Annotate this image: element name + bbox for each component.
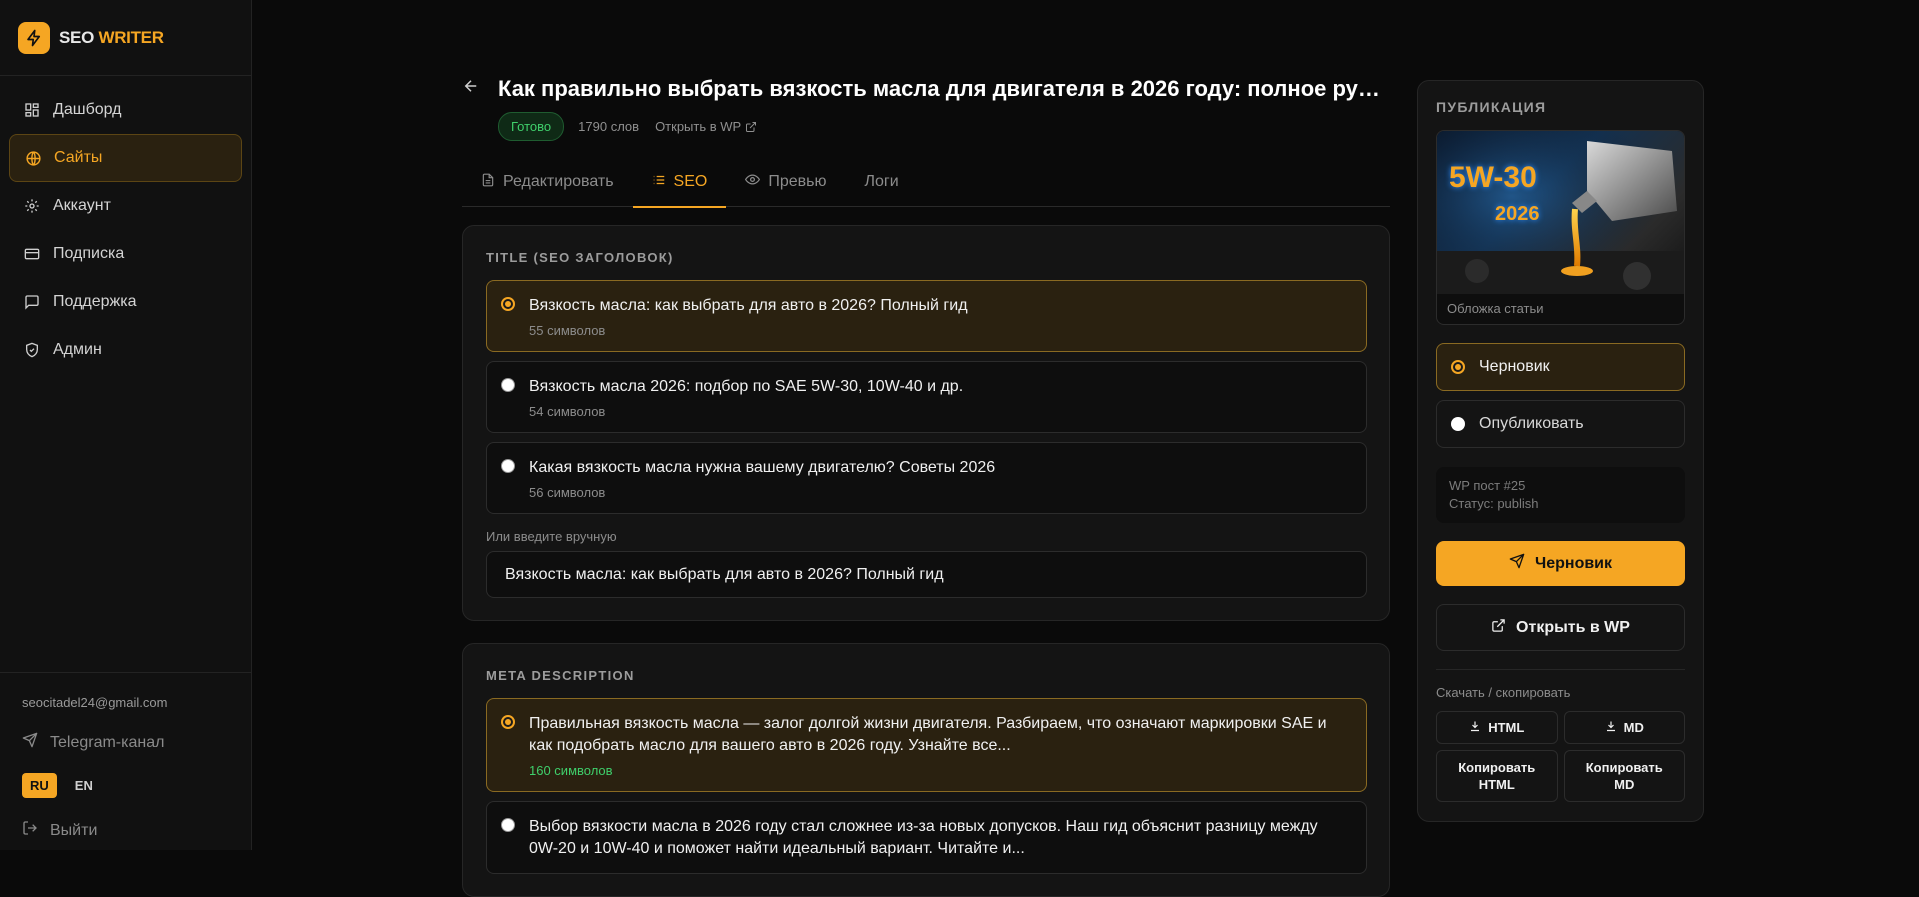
tab-bar: Редактировать SEO Превью Логи xyxy=(462,157,1390,208)
sidebar-item-account[interactable]: Аккаунт xyxy=(9,182,242,230)
sidebar-item-label: Дашборд xyxy=(53,101,122,118)
meta-option[interactable]: Выбор вязкости масла в 2026 году стал сл… xyxy=(486,801,1367,874)
download-grid: HTML MD Копировать HTML Копировать MD xyxy=(1436,711,1685,802)
lang-ru-button[interactable]: RU xyxy=(22,773,57,798)
wp-post-info: WP пост #25 Статус: publish xyxy=(1436,467,1685,523)
title-option[interactable]: Вязкость масла: как выбрать для авто в 2… xyxy=(486,280,1367,352)
manual-input-label: Или введите вручную xyxy=(486,529,617,544)
cover-text-viscosity: 5W-30 xyxy=(1449,161,1537,194)
open-in-wp-button[interactable]: Открыть в WP xyxy=(1436,604,1685,651)
gear-icon xyxy=(23,197,41,215)
sidebar-footer: seocitadel24@gmail.com Telegram-канал RU… xyxy=(0,672,251,850)
download-html-button[interactable]: HTML xyxy=(1436,711,1558,744)
radio-unselected[interactable] xyxy=(501,378,515,392)
tab-edit[interactable]: Редактировать xyxy=(462,157,633,207)
sidebar-item-dashboard[interactable]: Дашборд xyxy=(9,86,242,134)
sidebar-item-label: Подписка xyxy=(53,245,125,262)
save-draft-button[interactable]: Черновик xyxy=(1436,541,1685,586)
send-icon xyxy=(22,732,38,753)
radio-selected[interactable] xyxy=(501,297,515,311)
tab-logs[interactable]: Логи xyxy=(845,157,917,207)
main-content: Как правильно выбрать вязкость масла для… xyxy=(462,76,1390,897)
meta-description-card: META DESCRIPTION Правильная вязкость мас… xyxy=(462,643,1390,897)
download-label: Скачать / скопировать xyxy=(1436,685,1571,700)
file-icon xyxy=(481,173,495,192)
sidebar-nav: Дашборд Сайты Аккаунт Подписка Поддержка… xyxy=(0,76,251,384)
draft-radio-option[interactable]: Черновик xyxy=(1436,343,1685,391)
list-icon xyxy=(652,173,666,192)
sidebar-item-label: Сайты xyxy=(54,149,103,166)
logout-button[interactable]: Выйти xyxy=(22,820,229,841)
radio-unselected[interactable] xyxy=(1451,417,1465,431)
title-option[interactable]: Какая вязкость масла нужна вашему двигат… xyxy=(486,442,1367,514)
manual-title-input[interactable]: Вязкость масла: как выбрать для авто в 2… xyxy=(486,551,1367,598)
publish-panel: ПУБЛИКАЦИЯ 5W-30 2026 Обложка статьи Чер… xyxy=(1417,80,1704,822)
page-title: Как правильно выбрать вязкость масла для… xyxy=(498,76,1388,101)
cover-image: 5W-30 2026 xyxy=(1437,131,1684,294)
sidebar-item-label: Аккаунт xyxy=(53,197,111,214)
logout-icon xyxy=(22,820,38,841)
tab-seo[interactable]: SEO xyxy=(632,157,727,208)
title-option[interactable]: Вязкость масла 2026: подбор по SAE 5W-30… xyxy=(486,361,1367,433)
brand-name: SEO WRITER xyxy=(59,27,164,47)
shield-icon xyxy=(23,341,41,359)
open-in-wp-link[interactable]: Открыть в WP xyxy=(655,119,757,134)
section-heading: META DESCRIPTION xyxy=(486,668,635,683)
external-link-icon xyxy=(745,121,756,132)
download-icon xyxy=(1469,720,1481,735)
article-meta: Готово 1790 слов Открыть в WP xyxy=(498,112,1390,141)
meta-option[interactable]: Правильная вязкость масла — залог долгой… xyxy=(486,698,1367,792)
seo-title-card: TITLE (SEO ЗАГОЛОВОК) Вязкость масла: ка… xyxy=(462,225,1390,621)
copy-md-button[interactable]: Копировать MD xyxy=(1563,750,1685,802)
sidebar-item-subscription[interactable]: Подписка xyxy=(9,230,242,278)
sidebar-item-label: Поддержка xyxy=(53,293,137,310)
lang-en-button[interactable]: EN xyxy=(67,773,101,798)
panel-heading: ПУБЛИКАЦИЯ xyxy=(1436,99,1547,115)
word-count: 1790 слов xyxy=(578,119,640,134)
dashboard-icon xyxy=(23,101,41,119)
radio-selected[interactable] xyxy=(1451,360,1465,374)
sidebar: SEO WRITER Дашборд Сайты Аккаунт Подписк… xyxy=(0,0,252,850)
divider xyxy=(1436,669,1685,670)
send-icon xyxy=(1509,553,1525,574)
telegram-link[interactable]: Telegram-канал xyxy=(22,732,229,753)
copy-html-button[interactable]: Копировать HTML xyxy=(1436,750,1558,802)
sidebar-item-support[interactable]: Поддержка xyxy=(9,278,242,326)
sidebar-item-label: Админ xyxy=(53,341,102,358)
user-email: seocitadel24@gmail.com xyxy=(22,695,168,710)
back-arrow-icon[interactable] xyxy=(462,77,484,101)
card-icon xyxy=(23,245,41,263)
cover-card[interactable]: 5W-30 2026 Обложка статьи xyxy=(1436,130,1685,325)
globe-icon xyxy=(24,149,42,167)
status-badge: Готово xyxy=(498,112,565,141)
download-icon xyxy=(1605,720,1617,735)
download-md-button[interactable]: MD xyxy=(1563,711,1685,744)
external-link-icon xyxy=(1491,618,1506,638)
publish-radio-option[interactable]: Опубликовать xyxy=(1436,400,1685,448)
cover-caption: Обложка статьи xyxy=(1447,301,1544,316)
radio-selected[interactable] xyxy=(501,715,515,729)
radio-unselected[interactable] xyxy=(501,459,515,473)
section-heading: TITLE (SEO ЗАГОЛОВОК) xyxy=(486,250,674,265)
logo[interactable]: SEO WRITER xyxy=(0,0,251,76)
sidebar-item-admin[interactable]: Админ xyxy=(9,326,242,374)
cover-text-year: 2026 xyxy=(1495,203,1540,225)
eye-icon xyxy=(745,172,761,192)
radio-unselected[interactable] xyxy=(501,818,515,832)
sidebar-item-sites[interactable]: Сайты xyxy=(9,134,242,182)
tab-preview[interactable]: Превью xyxy=(726,157,845,207)
bolt-icon xyxy=(18,21,50,54)
language-switcher: RU EN xyxy=(22,773,229,798)
chat-icon xyxy=(23,293,41,311)
article-header: Как правильно выбрать вязкость масла для… xyxy=(462,76,1390,102)
